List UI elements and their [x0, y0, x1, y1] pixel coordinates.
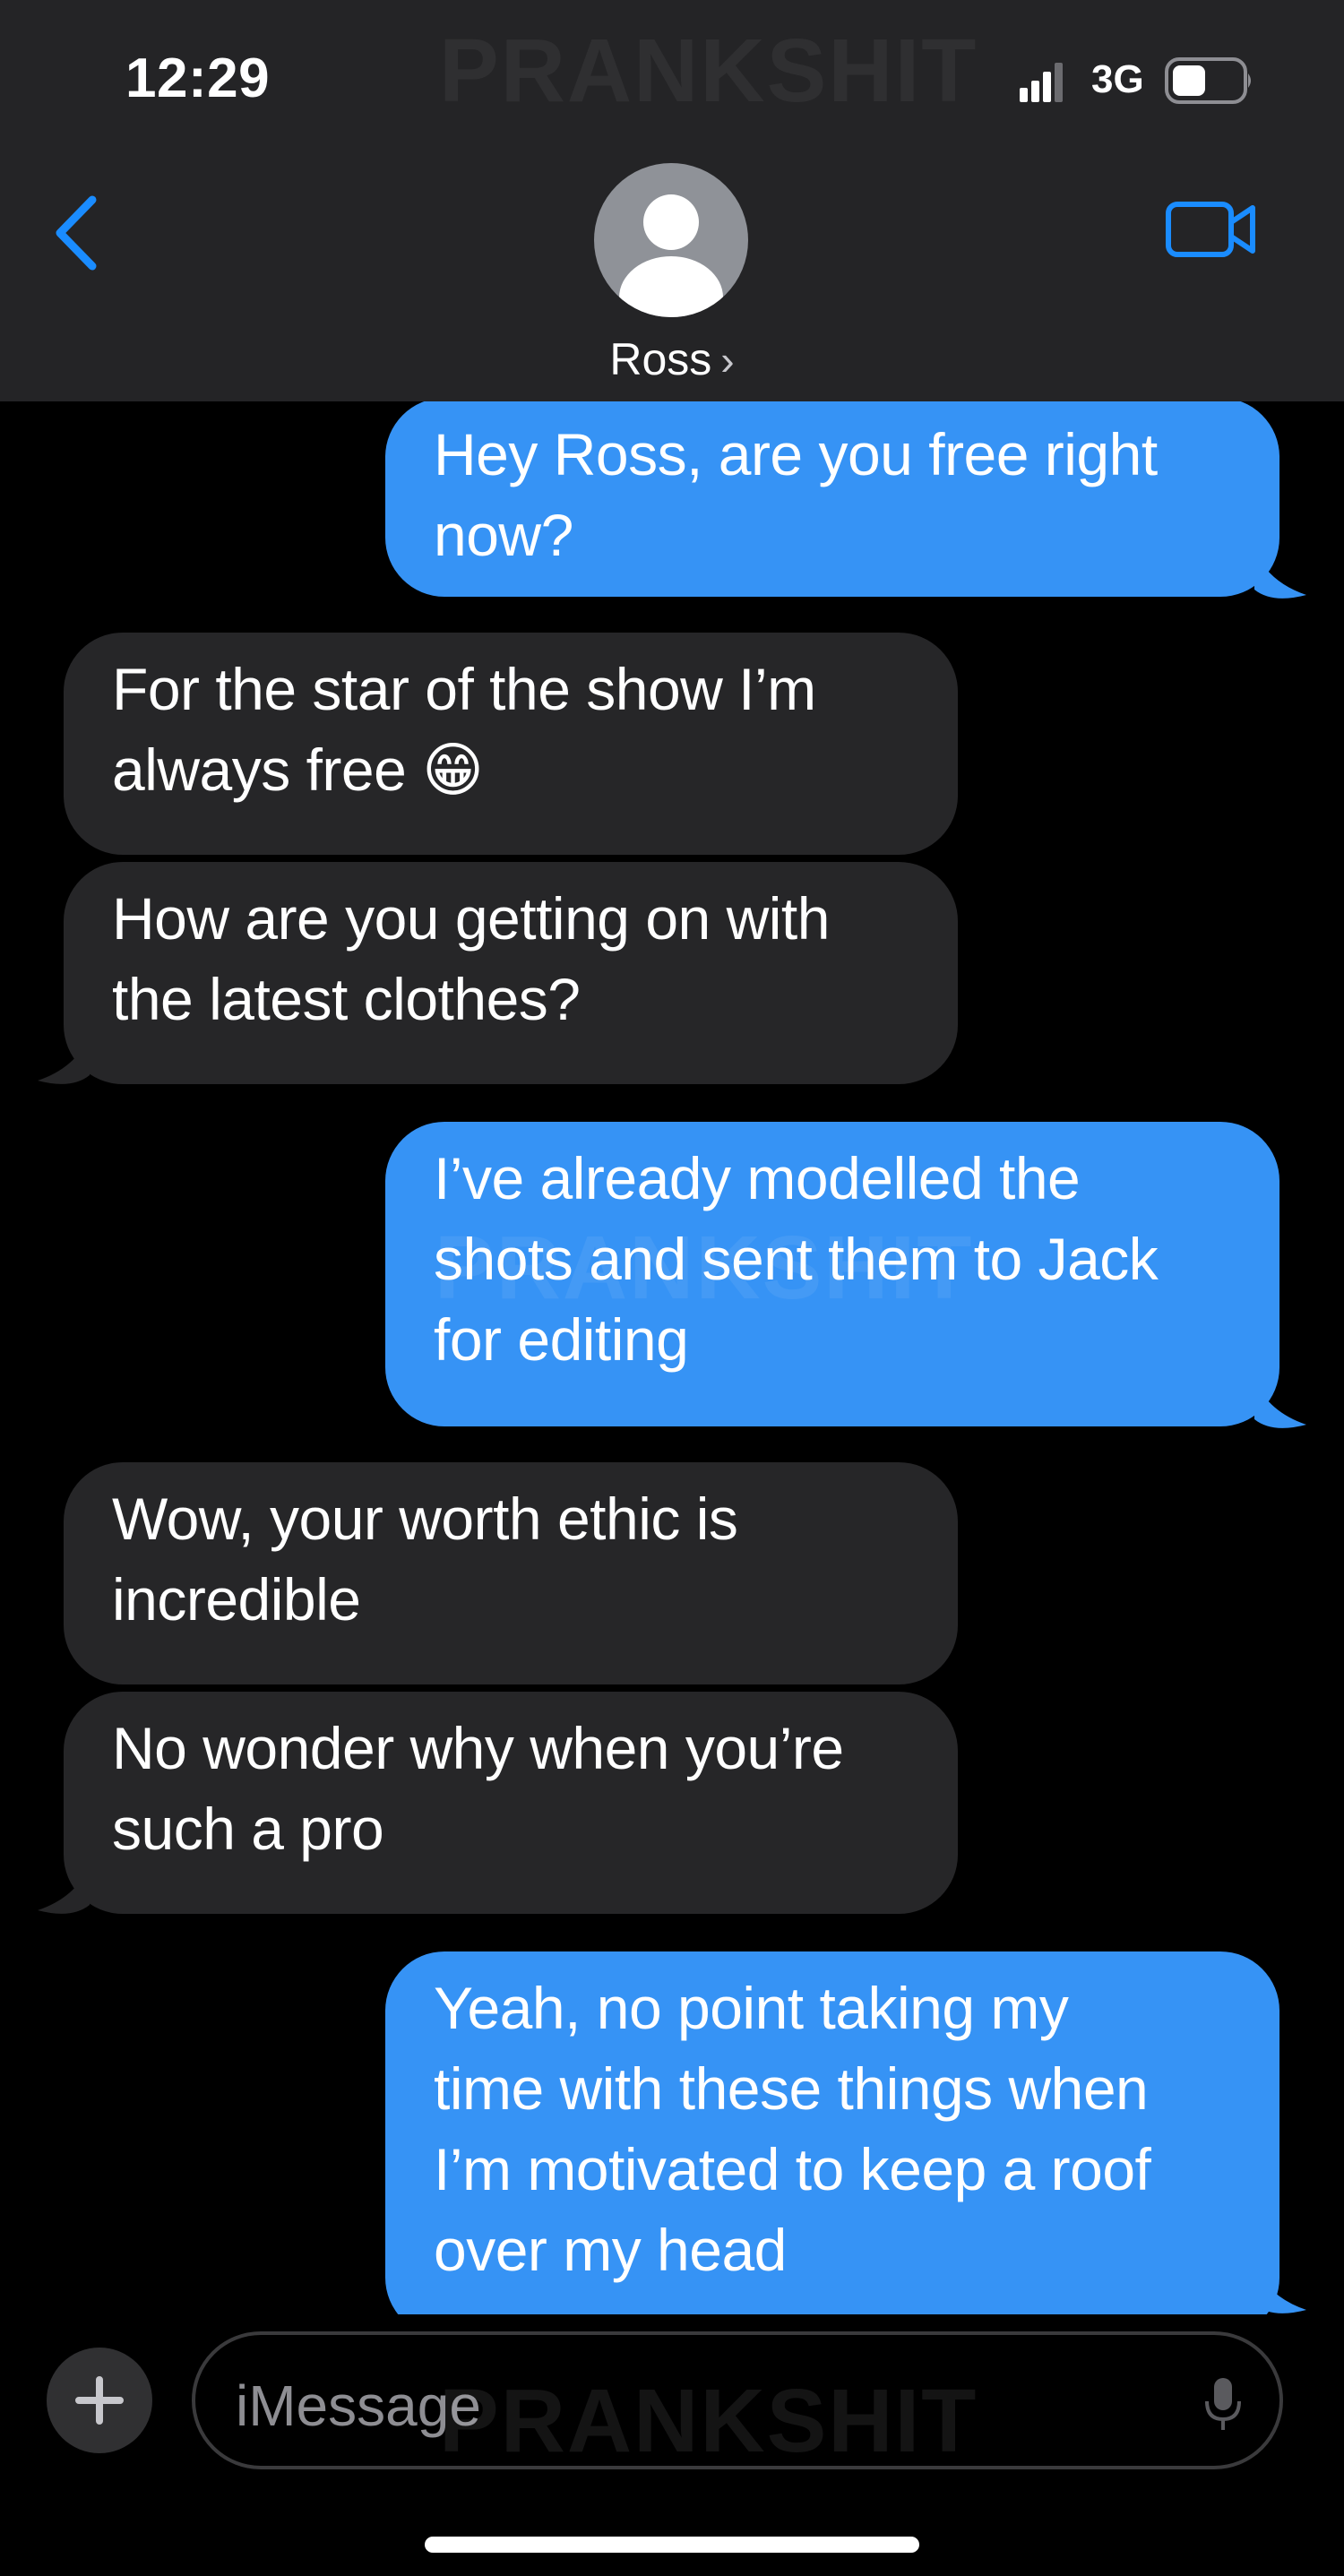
imessage-input[interactable]: iMessage: [192, 2331, 1283, 2469]
chevron-left-icon[interactable]: [49, 193, 103, 273]
bubble-tail: [38, 1865, 90, 1914]
home-indicator[interactable]: [425, 2537, 919, 2553]
watermark: PRANKSHIT: [439, 21, 978, 121]
plus-icon: [75, 2376, 124, 2425]
message-bubble-received[interactable]: Wow, your worth ethic is incredible: [64, 1462, 958, 1684]
bubble-tail: [1254, 550, 1306, 599]
contact-name: Ross: [609, 334, 712, 384]
message-bubble-received[interactable]: For the star of the show I’m always free…: [64, 633, 958, 855]
status-time: 12:29: [125, 47, 271, 109]
message-bubble-sent[interactable]: Yeah, no point taking my time with these…: [385, 1951, 1279, 2314]
contact-name-button[interactable]: Ross ›: [0, 333, 1344, 385]
chevron-right-icon: ›: [720, 337, 735, 383]
video-camera-icon[interactable]: [1165, 199, 1256, 260]
battery-icon: [1165, 57, 1251, 104]
bubble-tail: [1254, 2265, 1306, 2313]
message-bubble-sent[interactable]: I’ve already modelled the shots and sent…: [385, 1122, 1279, 1426]
message-bubble-sent[interactable]: Hey Ross, are you free right now?: [385, 401, 1279, 597]
microphone-icon[interactable]: [1203, 2376, 1243, 2432]
bubble-tail: [1254, 1380, 1306, 1428]
navigation-header: PRANKSHIT 12:29 3G Ross ›: [0, 0, 1344, 401]
contact-avatar[interactable]: [594, 163, 748, 317]
apps-plus-button[interactable]: [47, 2348, 152, 2453]
bubble-tail: [38, 1036, 90, 1084]
message-bubble-received[interactable]: No wonder why when you’re such a pro: [64, 1692, 958, 1914]
imessage-placeholder: iMessage: [236, 2374, 481, 2438]
message-list: Hey Ross, are you free right now? For th…: [0, 401, 1344, 2314]
cellular-signal-icon: [1020, 63, 1063, 102]
message-bubble-received[interactable]: How are you getting on with the latest c…: [64, 862, 958, 1084]
person-icon: [619, 194, 723, 317]
network-type: 3G: [1091, 57, 1144, 101]
